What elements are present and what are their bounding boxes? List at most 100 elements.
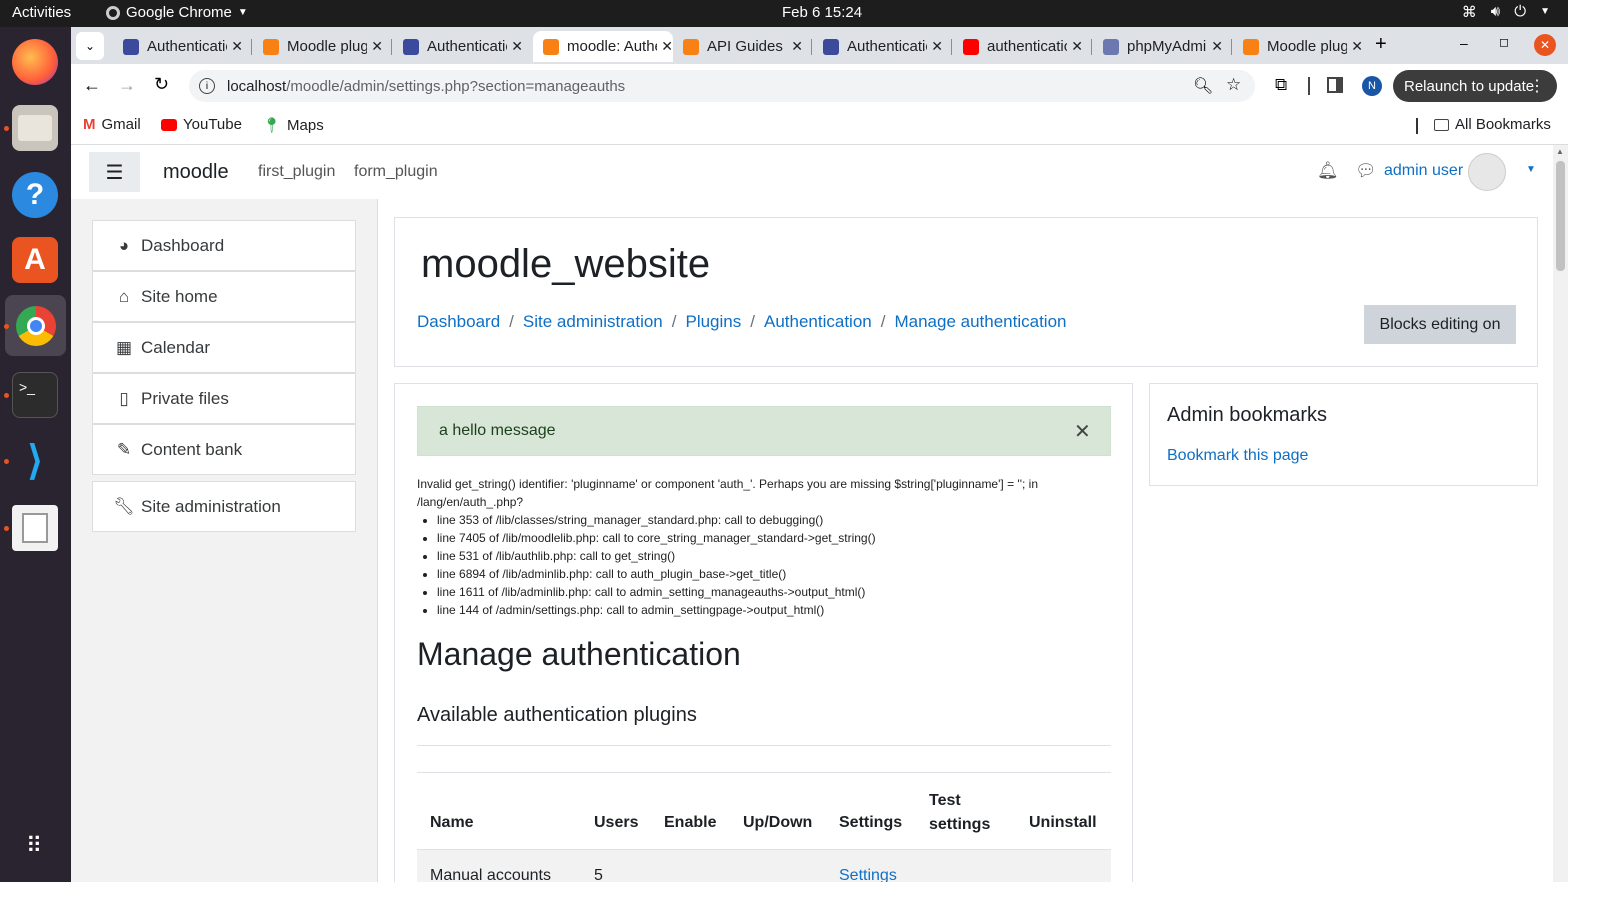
- site-title: moodle_website: [421, 242, 711, 286]
- app-menu[interactable]: Google Chrome ▼: [106, 4, 248, 21]
- bookmark-maps[interactable]: 📍︎ Maps: [262, 116, 324, 135]
- firefox-icon[interactable]: [12, 39, 58, 85]
- drawer-item-private-files[interactable]: ▯ Private files: [92, 373, 356, 424]
- activities-button[interactable]: Activities: [12, 4, 71, 21]
- profile-avatar[interactable]: N: [1362, 76, 1382, 96]
- all-bookmarks-button[interactable]: All Bookmarks: [1434, 116, 1551, 133]
- drawer-toggle-button[interactable]: ☰: [89, 152, 140, 192]
- moodle-brand[interactable]: moodle: [163, 161, 229, 184]
- help-icon[interactable]: ?: [12, 172, 58, 218]
- zoom-icon[interactable]: 🔍︎: [1193, 76, 1213, 96]
- tab-item[interactable]: Authentication✕: [113, 31, 243, 62]
- tab-close-icon[interactable]: ✕: [511, 38, 523, 55]
- user-menu-name[interactable]: admin user: [1384, 162, 1463, 180]
- relaunch-button[interactable]: Relaunch to update ⋮: [1393, 70, 1557, 102]
- tab-close-icon[interactable]: ✕: [661, 38, 673, 55]
- bookmark-this-page-link[interactable]: Bookmark this page: [1167, 447, 1308, 465]
- vscode-icon[interactable]: ⟩: [12, 438, 58, 484]
- tab-item[interactable]: Moodle plugins✕: [253, 31, 383, 62]
- moodle-page: ☰ moodle first_plugin form_plugin 🔔︎ 💬︎ …: [71, 145, 1553, 882]
- software-store-icon[interactable]: A: [12, 237, 58, 283]
- col-uninstall: Uninstall: [1029, 814, 1097, 831]
- tab-close-icon[interactable]: ✕: [931, 38, 943, 55]
- page-scrollbar[interactable]: ▲: [1553, 145, 1568, 882]
- drawer-item-dashboard[interactable]: ◕ Dashboard: [92, 220, 356, 271]
- debug-trace-line: line 7405 of /lib/moodlelib.php: call to…: [437, 529, 876, 547]
- maximize-button[interactable]: ◻: [1499, 35, 1509, 49]
- clock[interactable]: Feb 6 15:24: [782, 4, 862, 21]
- drawer-item-site-administration[interactable]: 🔧︎ Site administration: [92, 481, 356, 532]
- bookmark-gmail[interactable]: M Gmail: [83, 116, 141, 133]
- side-panel-icon[interactable]: [1327, 77, 1343, 93]
- scroll-up-icon[interactable]: ▲: [1556, 147, 1564, 156]
- breadcrumb-authentication[interactable]: Authentication: [764, 312, 872, 332]
- bookmark-youtube[interactable]: YouTube: [161, 116, 242, 133]
- tab-close-icon[interactable]: ✕: [371, 38, 383, 55]
- tab-search-button[interactable]: ⌄: [76, 32, 104, 60]
- kebab-menu-icon[interactable]: ⋮: [1529, 76, 1545, 96]
- bookmark-star-icon[interactable]: ☆: [1226, 75, 1241, 95]
- col-name: Name: [430, 814, 474, 831]
- nav-link-first-plugin[interactable]: first_plugin: [258, 163, 335, 181]
- messages-icon[interactable]: 💬︎: [1355, 161, 1377, 181]
- user-avatar[interactable]: [1468, 153, 1506, 191]
- address-bar[interactable]: i localhost /moodle/admin/settings.php?s…: [189, 70, 1255, 102]
- tab-item[interactable]: Moodle plugins✕: [1233, 31, 1363, 62]
- alert-close-icon[interactable]: ✕: [1074, 419, 1091, 444]
- volume-icon: 🔊︎: [1490, 3, 1501, 20]
- drawer-item-site-home[interactable]: ⌂ Site home: [92, 271, 356, 322]
- tab-close-icon[interactable]: ✕: [231, 38, 243, 55]
- reload-button[interactable]: ↻: [154, 74, 169, 95]
- tab-separator: [951, 39, 952, 55]
- content-card: a hello message ✕ Invalid get_string() i…: [394, 383, 1133, 882]
- tab-item[interactable]: moodle: Authentication✕: [533, 31, 673, 62]
- calendar-icon: ▦: [115, 337, 133, 357]
- scrollbar-thumb[interactable]: [1556, 161, 1565, 271]
- document-viewer-icon[interactable]: [12, 505, 58, 551]
- notifications-bell-icon[interactable]: 🔔︎: [1317, 161, 1339, 181]
- tab-close-icon[interactable]: ✕: [1071, 38, 1083, 55]
- minimize-button[interactable]: –: [1460, 35, 1468, 51]
- bookmark-label: All Bookmarks: [1455, 116, 1551, 133]
- tab-item[interactable]: Authentication✕: [813, 31, 943, 62]
- url-path: /moodle/admin/settings.php?section=manag…: [286, 77, 626, 95]
- moodle-docs-icon: [823, 38, 839, 55]
- tab-close-icon[interactable]: ✕: [1351, 38, 1363, 55]
- tab-item[interactable]: API Guides ✕: [673, 31, 803, 62]
- nav-link-form-plugin[interactable]: form_plugin: [354, 163, 438, 181]
- back-button[interactable]: ←: [83, 75, 101, 96]
- files-icon[interactable]: [12, 105, 58, 151]
- site-info-icon[interactable]: i: [199, 78, 215, 94]
- moodle-icon: [263, 38, 279, 55]
- tab-close-icon[interactable]: ✕: [791, 38, 803, 55]
- toolbar: ← → ↻ i localhost /moodle/admin/settings…: [71, 64, 1568, 108]
- drawer-label: Calendar: [141, 337, 210, 357]
- drawer-item-content-bank[interactable]: ✎ Content bank: [92, 424, 356, 475]
- blocks-editing-button[interactable]: Blocks editing on: [1364, 305, 1516, 344]
- tab-item[interactable]: authentication✕: [953, 31, 1083, 62]
- tab-item[interactable]: Authentication✕: [393, 31, 523, 62]
- terminal-icon[interactable]: >_: [12, 372, 58, 418]
- tab-close-icon[interactable]: ✕: [1211, 38, 1223, 55]
- col-settings: Settings: [839, 814, 903, 831]
- tab-separator: [1231, 39, 1232, 55]
- col-updown: Up/Down: [743, 814, 813, 831]
- breadcrumb-site-administration[interactable]: Site administration: [523, 312, 663, 332]
- close-window-button[interactable]: ✕: [1534, 34, 1556, 56]
- table-row: Manual accounts 5 Settings: [417, 850, 1111, 882]
- new-tab-button[interactable]: +: [1375, 33, 1387, 56]
- system-tray[interactable]: ⌘ 🔊︎ ⏻ ▼: [1462, 3, 1550, 21]
- admin-bookmarks-block: Admin bookmarks Bookmark this page: [1149, 383, 1538, 486]
- chrome-icon[interactable]: [5, 295, 66, 356]
- breadcrumb-dashboard[interactable]: Dashboard: [417, 312, 500, 332]
- user-menu-caret-icon[interactable]: ▼: [1526, 164, 1536, 175]
- forward-button[interactable]: →: [118, 75, 136, 96]
- breadcrumb-manage-authentication[interactable]: Manage authentication: [894, 312, 1066, 332]
- tab-item[interactable]: phpMyAdmin ✕: [1093, 31, 1223, 62]
- drawer-item-calendar[interactable]: ▦ Calendar: [92, 322, 356, 373]
- browser-window: ⌄ Authentication✕ Moodle plugins✕ Authenti…: [71, 27, 1568, 145]
- row-settings-link[interactable]: Settings: [839, 867, 897, 882]
- show-apps-icon[interactable]: ⠿: [12, 823, 58, 869]
- breadcrumb-plugins[interactable]: Plugins: [685, 312, 741, 332]
- extensions-icon[interactable]: ⧉: [1275, 75, 1287, 95]
